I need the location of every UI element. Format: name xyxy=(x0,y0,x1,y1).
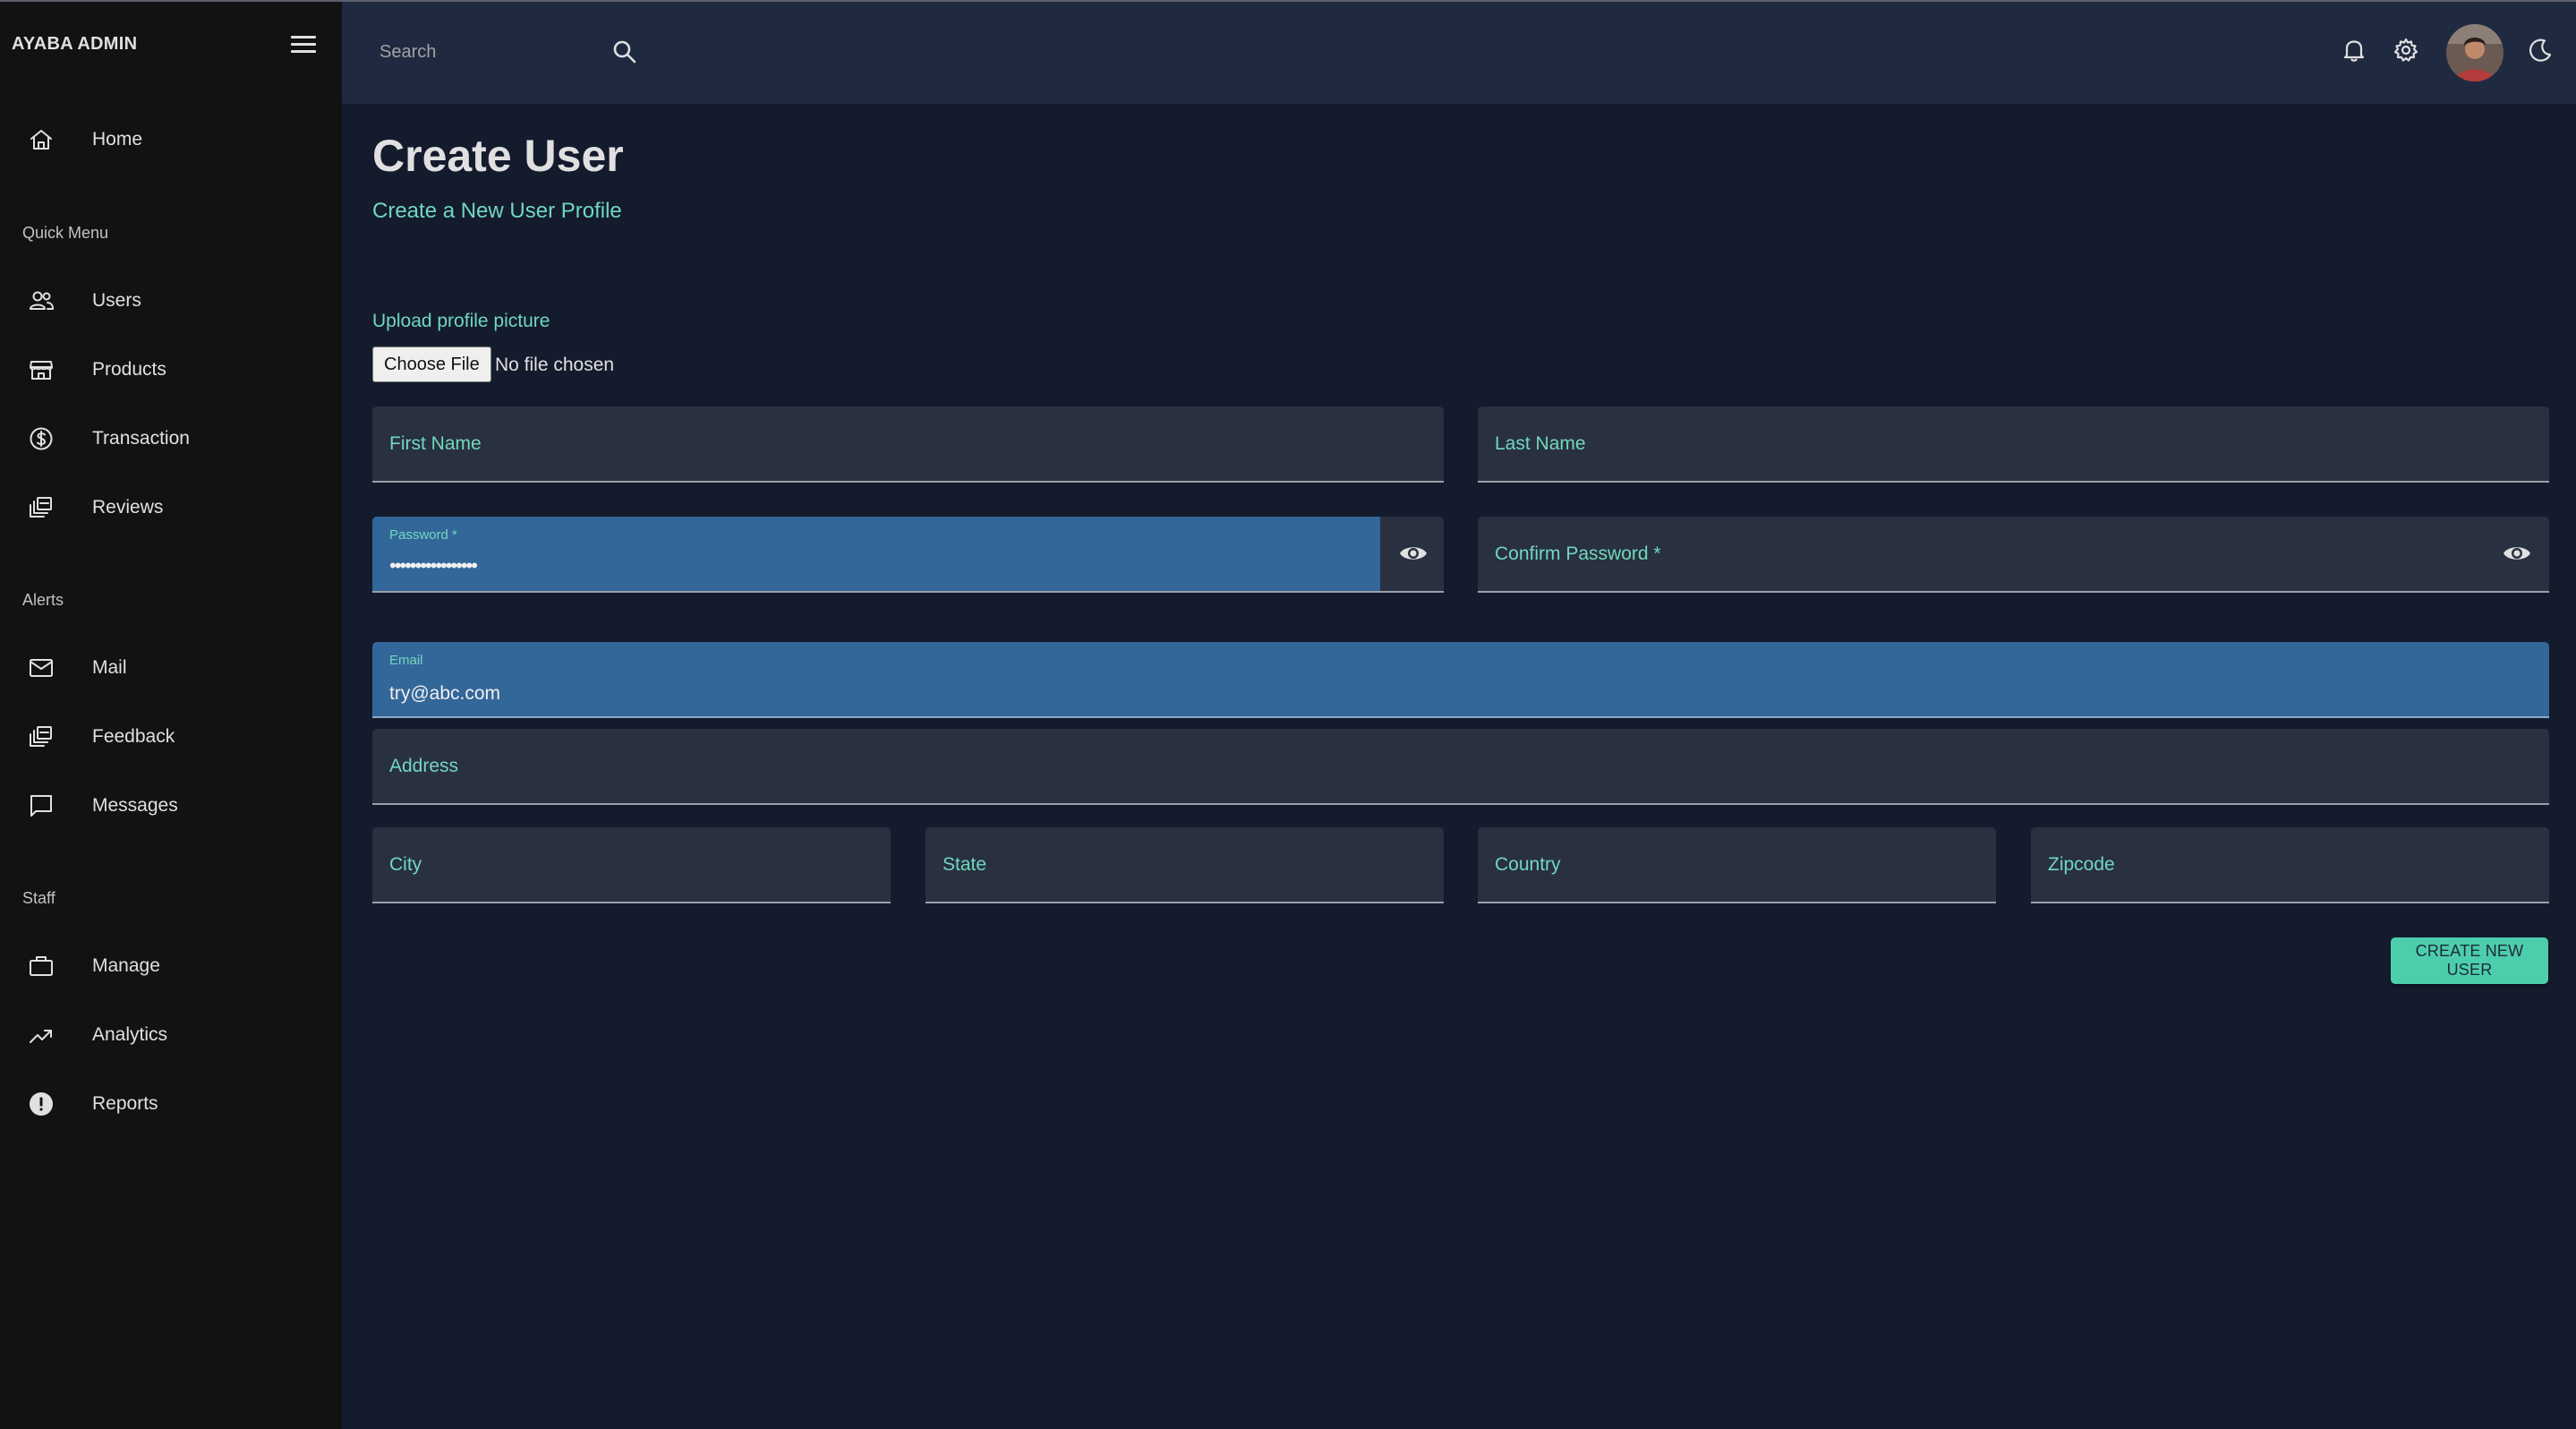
moon-icon[interactable] xyxy=(2526,36,2555,64)
sidebar-item-label: Users xyxy=(92,290,141,311)
create-new-user-button[interactable]: CREATE NEW USER xyxy=(2391,937,2548,984)
sidebar-item-home[interactable]: Home xyxy=(0,113,342,167)
country-label: Country xyxy=(1495,854,1561,875)
people-icon xyxy=(27,287,55,315)
briefcase-icon xyxy=(27,952,55,980)
sidebar-item-manage[interactable]: Manage xyxy=(0,939,342,993)
avatar[interactable] xyxy=(2446,24,2503,81)
sidebar-item-reviews[interactable]: Reviews xyxy=(0,481,342,535)
eye-icon[interactable] xyxy=(2502,538,2532,569)
bell-icon[interactable] xyxy=(2340,36,2368,64)
sidebar-item-reports[interactable]: Reports xyxy=(0,1077,342,1131)
last-name-field[interactable]: Last Name xyxy=(1478,406,2549,483)
state-field[interactable]: State xyxy=(925,827,1444,903)
first-name-label: First Name xyxy=(389,433,482,454)
choose-file-button[interactable]: Choose File xyxy=(372,347,491,382)
sidebar-item-analytics[interactable]: Analytics xyxy=(0,1008,342,1062)
sidebar-item-users[interactable]: Users xyxy=(0,274,342,328)
sidebar-item-messages[interactable]: Messages xyxy=(0,779,342,833)
confirm-password-label: Confirm Password * xyxy=(1495,543,1661,564)
mail-icon xyxy=(27,654,55,682)
search-bar xyxy=(378,23,636,79)
sidebar-item-label: Home xyxy=(92,129,143,150)
sidebar-item-label: Reviews xyxy=(92,497,164,518)
password-autofill-highlight xyxy=(372,517,1380,591)
address-field[interactable]: Address xyxy=(372,729,2549,805)
storefront-icon xyxy=(27,355,55,384)
sidebar-item-label: Reports xyxy=(92,1093,158,1114)
eye-icon[interactable] xyxy=(1398,538,1429,569)
no-file-text: No file chosen xyxy=(495,355,615,375)
city-field[interactable]: City xyxy=(372,827,891,903)
first-name-field[interactable]: First Name xyxy=(372,406,1444,483)
search-input[interactable] xyxy=(378,37,578,67)
page-subtitle: Create a New User Profile xyxy=(372,199,622,223)
gear-icon[interactable] xyxy=(2392,36,2420,64)
password-field[interactable]: Password * ••••••••••••••••• xyxy=(372,517,1444,593)
zipcode-label: Zipcode xyxy=(2048,854,2115,875)
city-label: City xyxy=(389,854,422,875)
sidebar-item-transaction[interactable]: Transaction xyxy=(0,412,342,466)
sidebar-item-mail[interactable]: Mail xyxy=(0,641,342,695)
topbar xyxy=(342,2,2576,104)
chat-bubble-icon xyxy=(27,792,55,820)
sidebar-item-label: Manage xyxy=(92,955,160,976)
page-title: Create User xyxy=(372,131,624,181)
brand-title: AYABA ADMIN xyxy=(12,34,138,54)
address-label: Address xyxy=(389,756,459,776)
sidebar-item-products[interactable]: Products xyxy=(0,343,342,397)
country-field[interactable]: Country xyxy=(1478,827,1996,903)
sidebar: AYABA ADMIN Home Quick Menu Users Produc… xyxy=(0,2,342,1429)
email-field[interactable]: Email try@abc.com xyxy=(372,642,2549,718)
sidebar-item-label: Mail xyxy=(92,657,127,678)
confirm-password-field[interactable]: Confirm Password * xyxy=(1478,517,2549,593)
trending-up-icon xyxy=(27,1021,55,1049)
sidebar-item-label: Messages xyxy=(92,795,178,816)
section-label-staff: Staff xyxy=(22,889,55,907)
home-icon xyxy=(27,125,55,154)
sidebar-item-label: Analytics xyxy=(92,1024,168,1045)
email-value: try@abc.com xyxy=(389,683,501,704)
alert-circle-icon xyxy=(27,1090,55,1118)
password-label: Password * xyxy=(389,527,457,543)
stacked-cards-icon xyxy=(27,493,55,522)
sidebar-item-label: Products xyxy=(92,359,166,380)
email-label: Email xyxy=(389,653,423,668)
password-value: ••••••••••••••••• xyxy=(389,554,478,577)
search-icon[interactable] xyxy=(610,38,639,66)
sidebar-item-label: Feedback xyxy=(92,726,175,747)
state-label: State xyxy=(943,854,987,875)
zipcode-field[interactable]: Zipcode xyxy=(2031,827,2549,903)
sidebar-item-feedback[interactable]: Feedback xyxy=(0,710,342,764)
menu-toggle-icon[interactable] xyxy=(291,36,316,57)
sidebar-item-label: Transaction xyxy=(92,428,190,449)
stacked-cards-icon xyxy=(27,723,55,751)
last-name-label: Last Name xyxy=(1495,433,1586,454)
upload-label: Upload profile picture xyxy=(372,311,550,331)
section-label-alerts: Alerts xyxy=(22,591,64,609)
section-label-quick-menu: Quick Menu xyxy=(22,224,109,242)
dollar-circle-icon xyxy=(27,424,55,453)
